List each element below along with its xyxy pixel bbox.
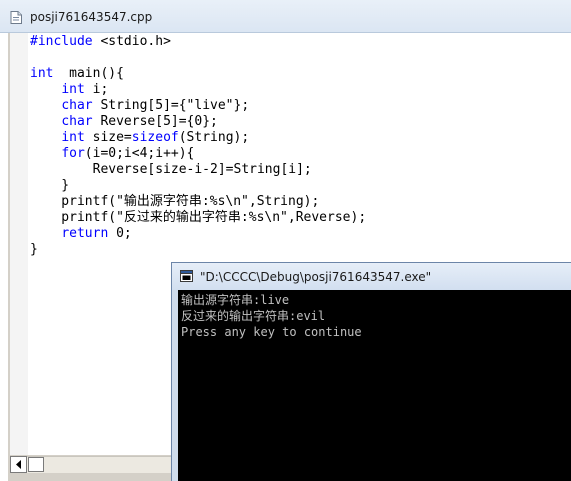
code-line: } (30, 242, 38, 257)
editor-title: posji761643547.cpp (30, 10, 153, 24)
console-line: 输出源字符串:live (181, 293, 290, 307)
code-token: int (61, 82, 85, 97)
console-title: "D:\CCCC\Debug\posji761643547.exe" (200, 270, 432, 284)
code-line: printf("输出源字符串:%s\n",String); (30, 194, 320, 209)
scroll-left-button[interactable] (10, 456, 27, 473)
code-token: char (61, 98, 93, 113)
status-strip (8, 473, 173, 481)
console-output: 输出源字符串:live 反过来的输出字符串:evil Press any key… (181, 292, 362, 340)
code-line: for(i=0;i<4;i++){ (61, 146, 195, 161)
code-line: return 0; (61, 226, 132, 241)
file-icon (10, 11, 22, 24)
code-line: int i; (61, 82, 109, 97)
scroll-thumb[interactable] (28, 457, 44, 472)
code-line: Reverse[size-i-2]=String[i]; (30, 162, 312, 177)
code-token: char (61, 114, 93, 129)
code-line: #include <stdio.h> (30, 34, 366, 50)
code-line: } (30, 178, 70, 193)
code-view[interactable]: #include <stdio.h> int main(){ int i; ch… (30, 34, 366, 258)
code-token: int (30, 66, 54, 81)
code-token: sizeof (131, 130, 179, 145)
code-token: return (61, 226, 109, 241)
editor-titlebar[interactable]: posji761643547.cpp (0, 0, 571, 33)
console-icon (180, 270, 193, 282)
code-token: for (61, 146, 85, 161)
code-line: int size=sizeof(String); (61, 130, 250, 145)
console-line: Press any key to continue (181, 325, 362, 339)
code-line: char String[5]={"live"}; (61, 98, 250, 113)
code-line: printf("反过来的输出字符串:%s\n",Reverse); (30, 210, 367, 225)
code-line: char Reverse[5]={0}; (61, 114, 218, 129)
console-line: 反过来的输出字符串:evil (181, 309, 326, 323)
editor-gutter (10, 33, 28, 455)
code-token: <stdio.h> (100, 34, 171, 49)
code-token: int (61, 130, 85, 145)
chevron-left-icon (16, 460, 21, 469)
code-token: #include (30, 34, 93, 49)
code-line: int main(){ (30, 66, 124, 81)
